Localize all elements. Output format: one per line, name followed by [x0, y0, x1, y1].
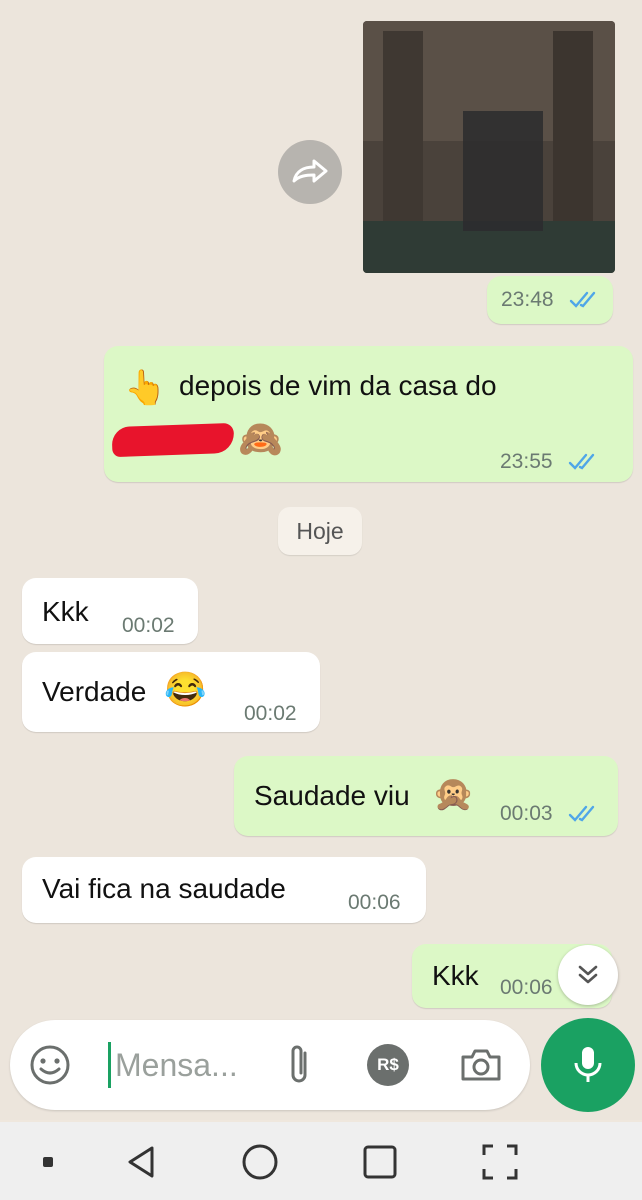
- nav-recents-button[interactable]: [358, 1140, 402, 1184]
- double-chevron-down-icon: [578, 965, 598, 984]
- nav-screenshot-button[interactable]: [478, 1140, 522, 1184]
- message-input[interactable]: [108, 1042, 265, 1088]
- message-text: Kkk: [432, 960, 479, 991]
- read-ticks-icon: [568, 453, 595, 470]
- back-triangle-icon: [128, 1146, 154, 1178]
- message-bubble-incoming[interactable]: Verdade 😂 00:02: [22, 652, 320, 732]
- system-navigation-bar: [0, 1122, 642, 1200]
- image-placeholder: [363, 21, 615, 273]
- message-composer: R$: [10, 1020, 530, 1110]
- message-bubble-outgoing[interactable]: Saudade viu 🙊 00:03: [234, 756, 618, 836]
- message-time: 23:48: [501, 288, 554, 311]
- message-time: 00:02: [122, 614, 175, 637]
- message-time: 23:55: [500, 450, 553, 473]
- nav-dot-button[interactable]: [26, 1140, 70, 1184]
- read-ticks-icon: [569, 291, 596, 308]
- screenshot-frame-icon: [482, 1144, 518, 1180]
- forwarded-image[interactable]: [363, 21, 615, 273]
- message-bubble-outgoing[interactable]: 23:48: [487, 276, 613, 324]
- camera-icon[interactable]: [459, 1045, 503, 1085]
- message-text: Verdade: [42, 676, 147, 707]
- message-text: Kkk: [42, 596, 89, 627]
- speak-no-evil-monkey-emoji: 🙊: [432, 775, 475, 813]
- message-text: Saudade viu: [254, 780, 410, 811]
- payment-icon[interactable]: R$: [367, 1044, 409, 1086]
- forward-icon: [292, 159, 328, 183]
- message-bubble-incoming[interactable]: Vai fica na saudade 00:06: [22, 857, 426, 923]
- message-time: 00:02: [244, 702, 297, 725]
- microphone-icon: [574, 1047, 602, 1082]
- forward-button[interactable]: [278, 140, 342, 204]
- message-text: Vai fica na saudade: [42, 873, 286, 904]
- payment-label: R$: [377, 1055, 399, 1074]
- emoji-icon[interactable]: [28, 1043, 72, 1087]
- nav-home-button[interactable]: [238, 1140, 282, 1184]
- date-divider: Hoje: [278, 507, 362, 555]
- message-bubble-incoming[interactable]: Kkk 00:02: [22, 578, 198, 644]
- see-no-evil-monkey-emoji: 🙈: [238, 418, 283, 459]
- message-time: 00:06: [500, 976, 553, 999]
- nav-back-button[interactable]: [120, 1140, 164, 1184]
- message-bubble-outgoing[interactable]: 👆 depois de vim da casa do 🙈 23:55: [104, 346, 633, 482]
- redaction-mark: [111, 422, 235, 458]
- message-time: 00:06: [348, 891, 401, 914]
- message-time: 00:03: [500, 802, 553, 825]
- message-text: depois de vim da casa do: [179, 370, 497, 401]
- dot-icon: [43, 1157, 53, 1167]
- read-ticks-icon: [568, 805, 595, 822]
- pointing-finger-emoji: 👆: [124, 369, 167, 407]
- paperclip-icon[interactable]: [285, 1043, 315, 1087]
- recents-square-icon: [363, 1145, 397, 1179]
- voice-record-button[interactable]: [541, 1018, 635, 1112]
- tears-of-joy-emoji: 😂: [164, 671, 207, 709]
- home-circle-icon: [242, 1144, 278, 1180]
- scroll-to-bottom-button[interactable]: [558, 945, 618, 1005]
